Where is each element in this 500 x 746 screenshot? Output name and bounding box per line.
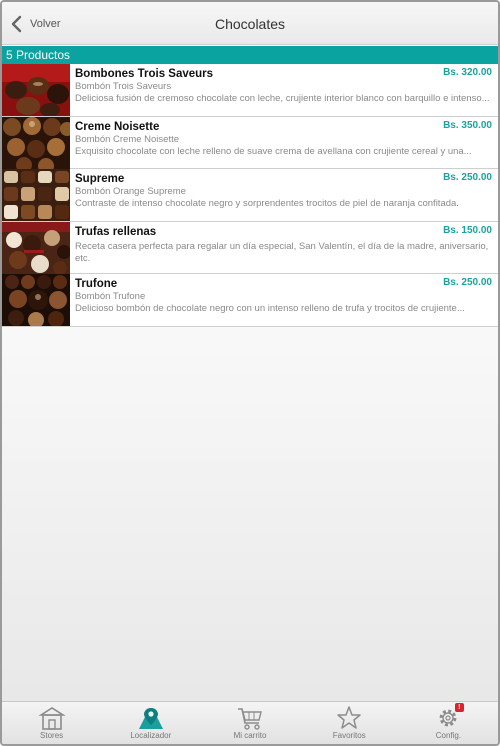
product-description: Deliciosa fusión de cremoso chocolate co… — [75, 93, 490, 104]
product-subtitle: Bombón Trois Saveurs — [75, 81, 172, 92]
product-name: Creme Noisette — [75, 120, 160, 133]
product-subtitle: Bombón Orange Supreme — [75, 186, 186, 197]
tab-stores[interactable]: Stores — [2, 702, 101, 744]
notification-badge: ! — [454, 703, 464, 712]
tab-label: Stores — [40, 731, 64, 740]
tab-mi-carrito[interactable]: Mi carrito — [200, 702, 299, 744]
product-price: Bs. 320.00 — [443, 67, 492, 78]
product-name: Bombones Trois Saveurs — [75, 68, 214, 80]
tab-localizador[interactable]: Localizador — [101, 702, 200, 744]
tab-config[interactable]: ! Config. — [399, 702, 498, 744]
product-subtitle: Bombón Trufone — [75, 291, 146, 302]
product-description: Contraste de intenso chocolate negro y s… — [75, 198, 459, 209]
product-image — [2, 64, 70, 116]
header: Volver Chocolates — [2, 2, 498, 45]
star-icon — [337, 706, 361, 729]
product-description: Receta casera perfecta para regalar un d… — [75, 240, 489, 264]
product-price: Bs. 150.00 — [443, 224, 492, 236]
product-image — [2, 221, 70, 274]
product-price: Bs. 250.00 — [443, 172, 492, 183]
app-frame: Volver Chocolates 5 Productos Bombones T… — [0, 0, 500, 746]
product-item[interactable]: Creme Noisette Bombón Creme Noisette Exq… — [2, 116, 498, 169]
product-description: Exquisito chocolate con leche relleno de… — [75, 145, 472, 157]
tab-label: Favoritos — [332, 731, 366, 740]
cart-icon — [238, 708, 262, 730]
product-image — [2, 274, 70, 326]
product-price: Bs. 250.00 — [443, 277, 492, 288]
tab-favoritos[interactable]: Favoritos — [300, 702, 399, 744]
product-image — [2, 169, 70, 221]
tab-label: Mi carrito — [233, 731, 267, 740]
product-list: Bombones Trois Saveurs Bombón Trois Save… — [2, 64, 498, 327]
map-pin-icon — [138, 708, 163, 729]
product-name: Trufone — [75, 278, 118, 290]
product-price: Bs. 350.00 — [443, 119, 492, 131]
page-title: Chocolates — [214, 16, 286, 32]
product-name: Supreme — [75, 173, 125, 185]
product-subtitle: Bombón Creme Noisette — [75, 133, 180, 145]
product-name: Trufas rellenas — [75, 225, 157, 238]
tab-label: Localizador — [130, 731, 172, 740]
product-item[interactable]: Trufas rellenas Receta casera perfecta p… — [2, 221, 498, 274]
product-item[interactable]: Trufone Bombón Trufone Delicioso bombón … — [2, 274, 498, 327]
product-count: 5 Productos — [2, 46, 498, 64]
product-item[interactable]: Bombones Trois Saveurs Bombón Trois Save… — [2, 64, 498, 117]
store-icon — [37, 707, 66, 730]
product-image — [2, 116, 70, 169]
tab-label: Config. — [435, 731, 462, 740]
product-description: Delicioso bombón de chocolate negro con … — [75, 303, 465, 314]
bottom-tab-bar: Stores Localizador Mi carrito Favoritos … — [2, 701, 498, 744]
product-item[interactable]: Supreme Bombón Orange Supreme Contraste … — [2, 169, 498, 222]
